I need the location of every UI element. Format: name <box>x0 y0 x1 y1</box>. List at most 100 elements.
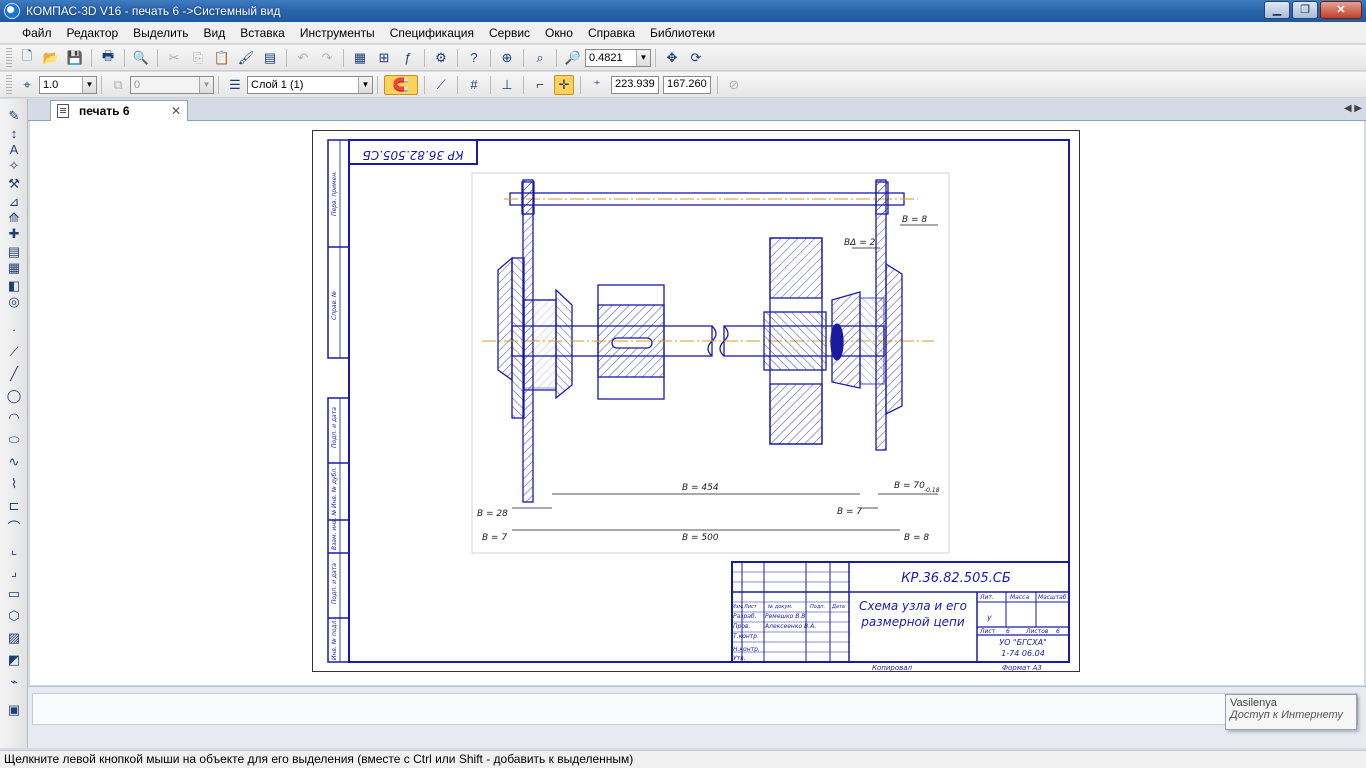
fillet-icon[interactable]: ⌞ <box>4 541 24 559</box>
save-icon[interactable]: 💾 <box>65 48 85 68</box>
spline-icon[interactable]: ∿ <box>4 453 24 471</box>
local-cs-icon[interactable]: ⊥ <box>497 75 517 95</box>
separator <box>655 48 656 67</box>
wave-icon[interactable]: ⌁ <box>4 673 24 691</box>
line-scale-select[interactable]: 1.0 ▼ <box>39 75 97 94</box>
property-panel-body[interactable] <box>32 693 1358 725</box>
open-folder-icon[interactable]: 📂 <box>41 48 61 68</box>
snap-point-icon[interactable]: ⌖ <box>17 75 37 95</box>
aux-line-icon[interactable]: ⟋ <box>4 343 24 361</box>
ortho-icon[interactable]: ⟋ <box>431 75 451 95</box>
ortho-mode-icon[interactable]: ⌐ <box>530 75 550 95</box>
circle-icon[interactable]: ◯ <box>4 387 24 405</box>
disabled-tool-icon[interactable]: ⊘ <box>724 75 744 95</box>
settings-icon[interactable]: ⚙ <box>431 48 451 68</box>
chamfer-icon[interactable]: ⌟ <box>4 563 24 581</box>
pan-icon[interactable]: ✥ <box>662 48 682 68</box>
style-select[interactable]: 0 ▼ <box>130 75 214 94</box>
menu-select[interactable]: Выделить <box>127 23 194 43</box>
chevron-down-icon: ▼ <box>358 76 372 93</box>
separator <box>717 75 718 94</box>
kompas-app-icon <box>4 3 20 19</box>
menu-libraries[interactable]: Библиотеки <box>644 23 721 43</box>
layers-icon[interactable]: ☰ <box>225 75 245 95</box>
lib-icon[interactable]: ◎ <box>4 293 24 311</box>
bezier-icon[interactable]: ⌒ <box>4 519 24 537</box>
zoom-fit-icon[interactable]: ⌕ <box>530 48 550 68</box>
tab-scroll-arrows[interactable]: ◀ ▶ <box>1344 103 1362 114</box>
style-icon[interactable]: ⧉ <box>108 75 128 95</box>
copy-icon[interactable]: ⎘ <box>188 48 208 68</box>
layer-select[interactable]: Слой 1 (1) ▼ <box>247 75 373 94</box>
context-help-icon[interactable]: ? <box>464 48 484 68</box>
rectangle-icon[interactable]: ▭ <box>4 585 24 603</box>
menu-help[interactable]: Справка <box>582 23 641 43</box>
print-icon[interactable]: 🖶 <box>98 48 118 68</box>
new-document-icon[interactable]: 🗋 <box>17 48 37 68</box>
close-button[interactable]: ✕ <box>1320 1 1362 19</box>
disabled-icon[interactable]: ▣ <box>4 701 24 719</box>
manager-icon[interactable]: ▦ <box>350 48 370 68</box>
format-painter-icon[interactable]: 🖌 <box>236 48 256 68</box>
separator <box>490 48 491 67</box>
undo-icon[interactable]: ↶ <box>293 48 313 68</box>
segment-icon[interactable]: ╱ <box>4 365 24 383</box>
maximize-button[interactable]: ❐ <box>1292 1 1318 19</box>
redo-icon[interactable]: ↷ <box>317 48 337 68</box>
properties-icon[interactable]: ▤ <box>260 48 280 68</box>
menu-service[interactable]: Сервис <box>483 23 536 43</box>
snap-magnet-icon[interactable]: 🧲 <box>384 74 418 95</box>
fill-icon[interactable]: ◩ <box>4 651 24 669</box>
grid-icon[interactable]: # <box>464 75 484 95</box>
side-label-4: Взам. инв. № <box>331 509 338 550</box>
edit-icon[interactable]: ✧ <box>4 157 24 175</box>
dim-b-delta: ВΔ = 2 <box>844 238 876 248</box>
menu-file[interactable]: Файл <box>16 23 58 43</box>
tab-print-6[interactable]: печать 6 ✕ <box>50 100 188 121</box>
hatch-icon[interactable]: ▨ <box>4 629 24 647</box>
ellipse-icon[interactable]: ⬭ <box>4 431 24 449</box>
print-preview-icon[interactable]: 🔍 <box>131 48 151 68</box>
sheets-number: 6 <box>1056 628 1060 635</box>
row-label-list: Лист <box>743 604 758 610</box>
separator <box>457 48 458 67</box>
point-icon[interactable]: · <box>4 321 24 339</box>
menu-view[interactable]: Вид <box>198 23 232 43</box>
zoom-in-icon[interactable]: 🔎 <box>563 48 583 68</box>
menu-specification[interactable]: Спецификация <box>384 23 480 43</box>
menu-editor[interactable]: Редактор <box>61 23 125 43</box>
coord-y-field[interactable]: 167.260 <box>663 75 711 94</box>
report-icon[interactable]: ▦ <box>4 259 24 277</box>
zoom-window-icon[interactable]: ⊕ <box>497 48 517 68</box>
sheets-label: Листов <box>1025 628 1049 635</box>
coord-x-field[interactable]: 223.939 <box>611 75 659 94</box>
contour-icon[interactable]: ⊏ <box>4 497 24 515</box>
toolbar-grip[interactable] <box>6 74 12 95</box>
minimize-button[interactable]: ▁ <box>1264 1 1290 19</box>
separator <box>424 75 425 94</box>
zoom-select[interactable]: 0.4821 ▼ <box>585 48 651 67</box>
role-prov: Пров. <box>733 623 751 630</box>
round-icon[interactable]: ✛ <box>554 74 574 95</box>
variables-icon[interactable]: ⊞ <box>374 48 394 68</box>
cut-icon[interactable]: ✂ <box>164 48 184 68</box>
function-icon[interactable]: ƒ <box>398 48 418 68</box>
toolbar-grip[interactable] <box>6 47 12 68</box>
arc-icon[interactable]: ◠ <box>4 409 24 427</box>
assoc-icon[interactable]: ✚ <box>4 225 24 243</box>
tab-close-icon[interactable]: ✕ <box>171 104 181 118</box>
polyline-icon[interactable]: ⌇ <box>4 475 24 493</box>
zoom-value: 0.4821 <box>589 51 623 64</box>
menu-insert[interactable]: Вставка <box>234 23 291 43</box>
geometry-icon[interactable]: ✎ <box>4 107 24 125</box>
polygon-icon[interactable]: ⬡ <box>4 607 24 625</box>
paste-icon[interactable]: 📋 <box>212 48 232 68</box>
refresh-icon[interactable]: ⟳ <box>686 48 706 68</box>
separator <box>556 48 557 67</box>
param-icon[interactable]: ⚒ <box>4 175 24 193</box>
sheet-number: 6 <box>1006 628 1010 635</box>
menu-window[interactable]: Окно <box>539 23 579 43</box>
compact-toolbar: ✎ ↕ A ✧ ⚒ ⊿ ⟰ ✚ ▤ ▦ ◧ ◎ · ⟋ ╱ ◯ ◠ ⬭ ∿ ⌇ … <box>0 99 28 748</box>
menu-tools[interactable]: Инструменты <box>294 23 381 43</box>
drawing-canvas[interactable]: Перв. примен. Справ. № Подп. и дата Инв.… <box>30 121 1364 685</box>
